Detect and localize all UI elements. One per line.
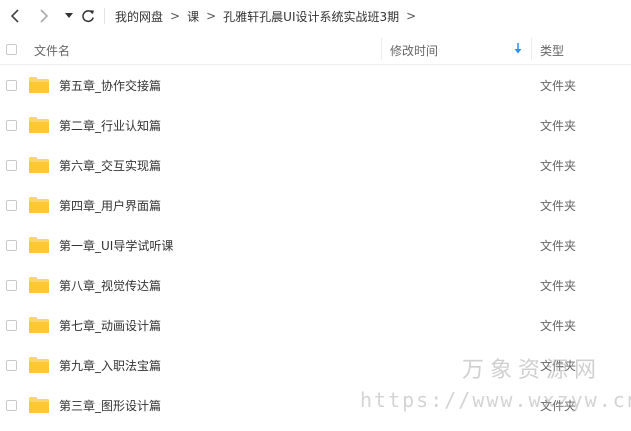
file-row[interactable]: 第五章_协作交接篇 文件夹	[0, 65, 631, 105]
row-checkbox[interactable]	[6, 280, 17, 291]
file-name[interactable]: 第二章_行业认知篇	[59, 117, 161, 134]
breadcrumb-item-my-drive[interactable]: 我的网盘	[115, 8, 163, 25]
file-browser: 我的网盘 > 课 > 孔雅轩孔晨UI设计系统实战班3期 > 文件名 修改时间 类…	[0, 0, 631, 431]
folder-icon	[29, 197, 49, 213]
file-type: 文件夹	[540, 119, 577, 133]
row-checkbox[interactable]	[6, 320, 17, 331]
folder-icon	[29, 117, 49, 133]
file-name[interactable]: 第九章_入职法宝篇	[59, 357, 161, 374]
folder-icon	[29, 157, 49, 173]
file-row[interactable]: 第八章_视觉传达篇 文件夹	[0, 265, 631, 305]
forward-button[interactable]	[32, 0, 56, 32]
nav-divider	[104, 8, 105, 24]
file-type: 文件夹	[540, 239, 577, 253]
file-row[interactable]: 第二章_行业认知篇 文件夹	[0, 105, 631, 145]
file-row[interactable]: 第九章_入职法宝篇 文件夹	[0, 345, 631, 385]
row-checkbox[interactable]	[6, 240, 17, 251]
file-name[interactable]: 第五章_协作交接篇	[59, 77, 161, 94]
file-name[interactable]: 第六章_交互实现篇	[59, 157, 161, 174]
folder-icon	[29, 317, 49, 333]
file-row[interactable]: 第六章_交互实现篇 文件夹	[0, 145, 631, 185]
refresh-button[interactable]	[78, 0, 98, 32]
file-row[interactable]: 第一章_UI导学试听课 文件夹	[0, 225, 631, 265]
breadcrumb-separator: >	[170, 9, 181, 23]
row-checkbox[interactable]	[6, 160, 17, 171]
folder-icon	[29, 277, 49, 293]
file-type: 文件夹	[540, 319, 577, 333]
file-type: 文件夹	[540, 159, 577, 173]
file-row[interactable]: 第七章_动画设计篇 文件夹	[0, 305, 631, 345]
file-list: 第五章_协作交接篇 文件夹 第二章_行业认知篇 文件夹 第六章_交互实现篇 文件…	[0, 65, 631, 425]
breadcrumb-item-current-folder[interactable]: 孔雅轩孔晨UI设计系统实战班3期	[223, 8, 399, 25]
file-type: 文件夹	[540, 399, 577, 413]
breadcrumb-item-course[interactable]: 课	[187, 8, 199, 25]
folder-icon	[29, 357, 49, 373]
row-checkbox[interactable]	[6, 80, 17, 91]
column-header-type[interactable]: 类型	[540, 42, 564, 59]
folder-icon	[29, 77, 49, 93]
file-name[interactable]: 第一章_UI导学试听课	[59, 237, 173, 254]
history-dropdown-button[interactable]	[62, 0, 76, 32]
file-name[interactable]: 第三章_图形设计篇	[59, 397, 161, 414]
breadcrumb: 我的网盘 > 课 > 孔雅轩孔晨UI设计系统实战班3期 >	[115, 8, 423, 25]
column-divider[interactable]	[381, 38, 382, 60]
breadcrumb-separator: >	[406, 9, 417, 23]
file-name[interactable]: 第八章_视觉传达篇	[59, 277, 161, 294]
arrow-down-icon[interactable]	[514, 43, 522, 54]
file-type: 文件夹	[540, 279, 577, 293]
back-button[interactable]	[2, 0, 28, 32]
file-type: 文件夹	[540, 199, 577, 213]
file-name[interactable]: 第四章_用户界面篇	[59, 197, 161, 214]
file-name[interactable]: 第七章_动画设计篇	[59, 317, 161, 334]
file-row[interactable]: 第四章_用户界面篇 文件夹	[0, 185, 631, 225]
folder-icon	[29, 237, 49, 253]
file-type: 文件夹	[540, 79, 577, 93]
file-type: 文件夹	[540, 359, 577, 373]
row-checkbox[interactable]	[6, 200, 17, 211]
refresh-icon	[82, 10, 94, 23]
breadcrumb-separator: >	[206, 9, 217, 23]
list-header: 文件名 修改时间 类型	[0, 34, 631, 65]
column-header-modified-time[interactable]: 修改时间	[390, 42, 438, 59]
chevron-right-icon	[40, 9, 49, 23]
column-header-name[interactable]: 文件名	[34, 42, 70, 59]
select-all-checkbox[interactable]	[6, 44, 17, 55]
navigation-bar: 我的网盘 > 课 > 孔雅轩孔晨UI设计系统实战班3期 >	[0, 0, 631, 32]
column-divider[interactable]	[531, 38, 532, 60]
row-checkbox[interactable]	[6, 400, 17, 411]
folder-icon	[29, 397, 49, 413]
row-checkbox[interactable]	[6, 360, 17, 371]
row-checkbox[interactable]	[6, 120, 17, 131]
file-row[interactable]: 第三章_图形设计篇 文件夹	[0, 385, 631, 425]
chevron-left-icon	[10, 9, 19, 23]
caret-down-icon	[65, 13, 73, 18]
